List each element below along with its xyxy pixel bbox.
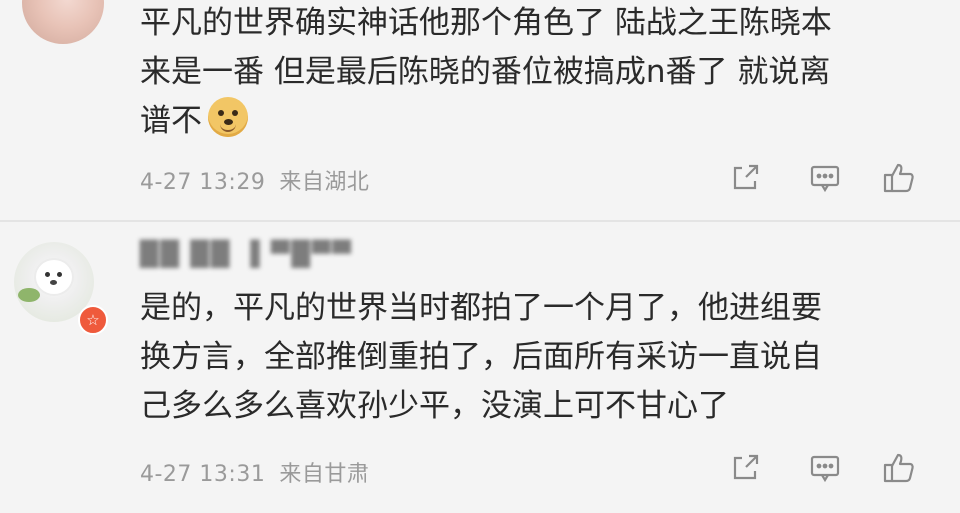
comment-icon bbox=[810, 165, 840, 193]
comment-meta: 4-27 13:29 来自湖北 bbox=[140, 164, 369, 196]
username[interactable]: ██ ██ ▐ ▀█▀▀ bbox=[140, 240, 353, 268]
share-icon bbox=[733, 164, 759, 190]
comment-text: 是的，平凡的世界当时都拍了一个月了，他进组要 换方言，全部推倒重拍了，后面所有采… bbox=[140, 284, 930, 431]
doge-emoji-icon bbox=[208, 97, 248, 137]
comment-date: 4-27 13:31 bbox=[140, 462, 266, 487]
comment-location: 来自湖北 bbox=[279, 170, 370, 195]
like-icon bbox=[883, 453, 914, 483]
like-button[interactable] bbox=[882, 161, 916, 195]
comment-actions bbox=[728, 451, 928, 485]
comment-item: 平凡的世界确实神话他那个角色了 陆战之王陈晓本 来是一番 但是最后陈晓的番位被搞… bbox=[0, 0, 960, 222]
comment-actions bbox=[728, 161, 928, 195]
comment-line: 来是一番 但是最后陈晓的番位被搞成n番了 就说离 bbox=[140, 54, 831, 90]
reply-button[interactable] bbox=[808, 161, 842, 195]
like-button[interactable] bbox=[882, 451, 916, 485]
leaf-icon bbox=[18, 288, 40, 302]
comment-line: 谱不 bbox=[140, 97, 930, 146]
comment-line-text: 谱不 bbox=[140, 103, 202, 139]
share-button[interactable] bbox=[728, 451, 762, 485]
like-icon bbox=[883, 163, 914, 193]
share-button[interactable] bbox=[728, 161, 762, 195]
comment-text: 平凡的世界确实神话他那个角色了 陆战之王陈晓本 来是一番 但是最后陈晓的番位被搞… bbox=[140, 0, 930, 146]
share-icon bbox=[733, 454, 759, 480]
comment-line: 换方言，全部推倒重拍了，后面所有采访一直说自 bbox=[140, 339, 822, 375]
comment-line: 是的，平凡的世界当时都拍了一个月了，他进组要 bbox=[140, 290, 822, 326]
dog-avatar-icon bbox=[36, 260, 72, 294]
comment-meta: 4-27 13:31 来自甘肃 bbox=[140, 456, 369, 488]
verified-badge: ☆ bbox=[78, 305, 108, 335]
reply-button[interactable] bbox=[808, 451, 842, 485]
comment-line: 平凡的世界确实神话他那个角色了 陆战之王陈晓本 bbox=[140, 5, 832, 41]
comment-location: 来自甘肃 bbox=[279, 462, 370, 487]
comment-line: 己多么多么喜欢孙少平，没演上可不甘心了 bbox=[140, 388, 729, 424]
comment-icon bbox=[810, 455, 840, 483]
comment-date: 4-27 13:29 bbox=[140, 170, 266, 195]
comment-item: ☆ ██ ██ ▐ ▀█▀▀ 是的，平凡的世界当时都拍了一个月了，他进组要 换方… bbox=[0, 222, 960, 513]
avatar[interactable] bbox=[22, 0, 104, 44]
